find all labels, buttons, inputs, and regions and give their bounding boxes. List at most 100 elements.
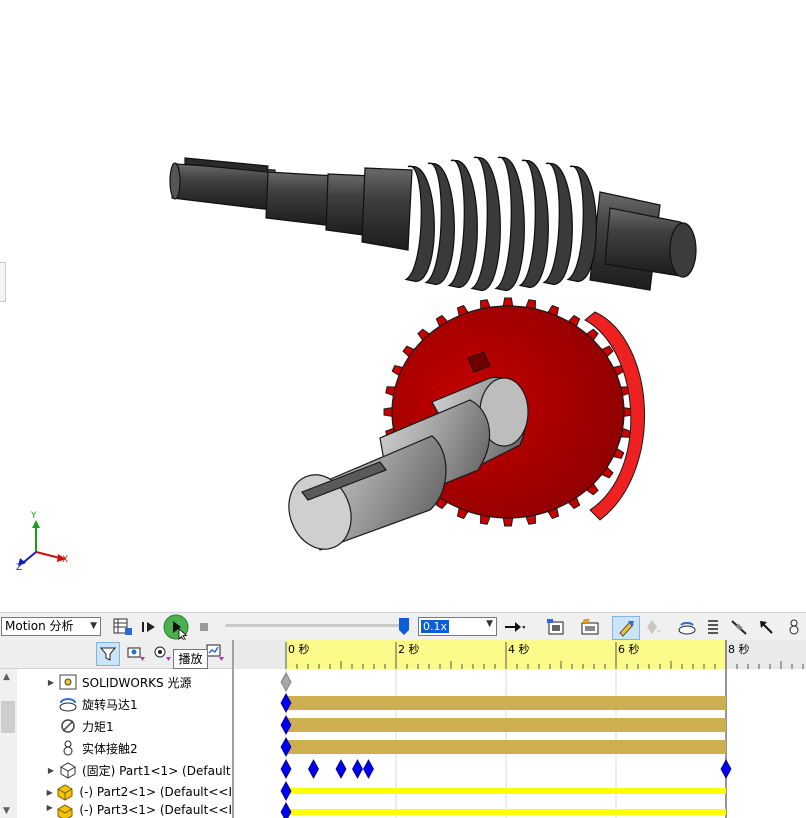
tree-item-part2[interactable]: ▶ (-) Part2<1> (Default<<I	[18, 781, 232, 803]
side-panel-tab[interactable]	[0, 262, 6, 302]
svg-text:X: X	[62, 555, 68, 565]
motion-element-bar[interactable]	[286, 740, 726, 754]
tree-item-lights[interactable]: ▶ SOLIDWORKS 光源	[18, 671, 232, 693]
scroll-up-icon[interactable]: ▲	[3, 672, 10, 682]
spring-icon	[708, 620, 718, 634]
play-from-start-button[interactable]	[139, 616, 159, 638]
damper-button[interactable]	[728, 616, 750, 638]
damper-icon	[731, 620, 747, 635]
play-tooltip: 播放	[173, 649, 208, 669]
play-icon	[163, 614, 189, 640]
tree-item-part1[interactable]: ▶ (固定) Part1<1> (Default	[18, 759, 232, 781]
part-icon	[55, 783, 75, 801]
expand-arrow-icon[interactable]: ▶	[44, 678, 58, 687]
ruler-tick-label: 4 秒	[508, 642, 530, 656]
filter-selected-button[interactable]	[150, 642, 174, 664]
autokey-button[interactable]	[612, 616, 640, 640]
ruler-tick-label: 8 秒	[728, 642, 750, 656]
add-key-icon	[647, 620, 661, 634]
motion-timeline[interactable]: 0 秒 2 秒 4 秒 6 秒 8 秒	[234, 640, 806, 818]
filter-animated-button[interactable]	[96, 642, 120, 666]
scroll-down-icon[interactable]: ▼	[3, 806, 10, 816]
tree-item-label: 实体接触2	[82, 741, 138, 756]
force-button[interactable]	[756, 616, 776, 638]
camera-filter-icon	[127, 647, 145, 661]
expand-arrow-icon[interactable]: ▶	[44, 766, 58, 775]
lights-icon	[58, 673, 78, 691]
calculate-icon	[113, 618, 132, 635]
chevron-down-icon: ▼	[90, 621, 97, 631]
ruler-tick-label: 2 秒	[398, 642, 420, 656]
tree-item-label: (固定) Part1<1> (Default	[82, 763, 231, 778]
keyframe-part1[interactable]	[308, 759, 319, 779]
filter-driven-button[interactable]	[124, 642, 148, 664]
tree-item-label: SOLIDWORKS 光源	[82, 675, 192, 690]
spring-button[interactable]	[703, 616, 723, 638]
arrow-right-icon	[505, 622, 525, 632]
tree-item-label: (-) Part2<1> (Default<<I	[79, 785, 232, 799]
worm-threads	[404, 156, 597, 292]
autokey-icon	[619, 621, 634, 637]
stop-button[interactable]	[196, 616, 212, 638]
add-key-button[interactable]	[642, 616, 664, 638]
ruler-tick-label: 6 秒	[618, 642, 640, 656]
keyframe-part1[interactable]	[352, 759, 363, 779]
tree-item-rotary-motor[interactable]: 旋转马达1	[18, 693, 232, 715]
save-animation-icon	[547, 619, 564, 635]
keyframe-lights[interactable]	[280, 672, 292, 692]
rotary-motor-icon	[58, 695, 78, 713]
tree-scrollbar[interactable]: ▲ ▼	[0, 669, 17, 818]
filter-icon	[100, 647, 116, 661]
keyframe-start[interactable]	[280, 781, 292, 801]
study-type-value: Motion 分析	[5, 619, 74, 633]
keyframe-part1[interactable]	[363, 759, 374, 779]
force-arrow-icon	[760, 621, 773, 634]
animation-wizard-button[interactable]	[578, 616, 602, 638]
expand-arrow-icon[interactable]: ▶	[44, 788, 55, 797]
settings-filter-icon	[154, 646, 171, 661]
save-animation-button[interactable]	[544, 616, 568, 638]
results-filter-icon	[206, 644, 224, 661]
keyframe-part1[interactable]	[720, 759, 732, 779]
playback-speed-value: 0.1x	[421, 620, 450, 633]
graphics-area[interactable]: Y X Z	[0, 0, 806, 612]
contact-icon	[58, 739, 78, 757]
part-motion-bar[interactable]	[286, 809, 726, 815]
motion-toolbar: Motion 分析 ▼ 0.1x ▼	[0, 612, 806, 641]
study-type-select[interactable]: Motion 分析 ▼	[1, 617, 101, 636]
torque-icon	[58, 717, 78, 735]
animation-wizard-icon	[581, 619, 599, 635]
playback-slider-thumb[interactable]	[399, 618, 409, 635]
tree-item-part3[interactable]: ▶ (-) Part3<1> (Default<<I	[18, 803, 232, 818]
motor-icon	[678, 622, 696, 635]
expand-arrow-icon[interactable]: ▶	[44, 803, 55, 812]
tree-item-label: 力矩1	[82, 719, 114, 734]
svg-text:Z: Z	[16, 563, 22, 573]
ruler-tick-label: 0 秒	[288, 642, 310, 656]
play-button[interactable]	[163, 614, 189, 640]
keyframe-part1[interactable]	[280, 759, 292, 779]
calculate-button[interactable]	[111, 616, 135, 638]
playback-speed-select[interactable]: 0.1x ▼	[418, 617, 497, 636]
keyframe-start[interactable]	[280, 802, 292, 818]
part-motion-bar[interactable]	[286, 788, 726, 794]
timeline-canvas[interactable]: 0 秒 2 秒 4 秒 6 秒 8 秒	[234, 640, 806, 818]
axis-triad-icon: Y X Z	[16, 511, 68, 573]
motion-element-bar[interactable]	[286, 696, 726, 710]
part-icon	[55, 803, 75, 818]
playback-slider[interactable]	[225, 624, 407, 627]
svg-text:Y: Y	[30, 511, 37, 521]
motion-element-bar[interactable]	[286, 718, 726, 732]
contact-button[interactable]	[784, 616, 804, 638]
tree-item-torque[interactable]: 力矩1	[18, 715, 232, 737]
worm-gear-model[interactable]: Y X Z	[0, 0, 806, 612]
stop-icon	[200, 623, 208, 631]
keyframe-part1[interactable]	[335, 759, 347, 779]
play-from-start-icon	[142, 622, 155, 632]
contact-icon	[789, 619, 799, 635]
scrollbar-thumb[interactable]	[1, 701, 15, 733]
tree-item-contact[interactable]: 实体接触2	[18, 737, 232, 759]
tree-item-label: (-) Part3<1> (Default<<I	[79, 803, 232, 817]
motor-button[interactable]	[676, 616, 698, 638]
playback-mode-button[interactable]	[502, 616, 526, 638]
